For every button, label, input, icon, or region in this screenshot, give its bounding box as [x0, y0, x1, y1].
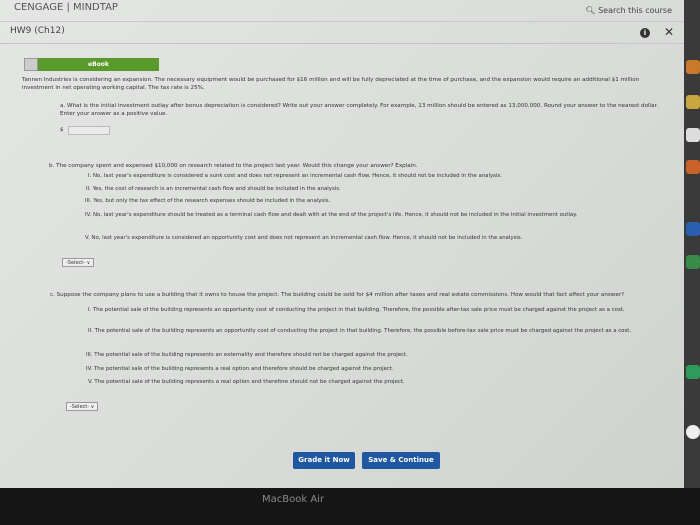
save-continue-button[interactable]: Save & Continue [362, 452, 440, 469]
question-c: c. Suppose the company plans to use a bu… [50, 292, 625, 298]
dock-app-icon[interactable] [686, 95, 700, 109]
search-icon: 🔍︎ [585, 6, 599, 15]
option-c-1: I. The potential sale of the building re… [88, 307, 625, 313]
search-label: Search this course [598, 6, 672, 15]
search-course[interactable]: 🔍︎ Search this course [585, 6, 672, 15]
dock-app-icon[interactable] [686, 365, 700, 379]
dock-app-icon[interactable] [686, 222, 700, 236]
assignment-bar: HW9 (Ch12) [0, 22, 684, 44]
ebook-button[interactable]: eBook [24, 58, 159, 71]
answer-b-select[interactable]: -Select- ∨ [62, 258, 95, 267]
close-icon[interactable]: ✕ [664, 25, 674, 39]
laptop-label: MacBook Air [262, 494, 325, 505]
initial-outlay-input[interactable] [68, 126, 110, 135]
option-c-3: III. The potential sale of the building … [86, 352, 408, 358]
option-b-5: V. No, last year's expenditure is consid… [85, 235, 523, 241]
dock-app-icon[interactable] [686, 255, 700, 269]
assignment-title: HW9 (Ch12) [10, 26, 65, 36]
brand-logo: CENGAGE | MINDTAP [14, 2, 118, 13]
grade-it-now-button[interactable]: Grade it Now [293, 452, 355, 469]
dock-app-icon[interactable] [686, 60, 700, 74]
laptop-bezel [0, 488, 700, 525]
option-b-4: IV. No, last year's expenditure should b… [85, 212, 578, 218]
problem-intro: Tannen Industries is considering an expa… [22, 77, 640, 91]
dock-app-icon[interactable] [686, 128, 700, 142]
option-b-2: II. Yes, the cost of research is an incr… [86, 186, 341, 192]
option-b-1: I. No, last year's expenditure is consid… [88, 173, 502, 179]
app-dock [684, 0, 700, 488]
answer-c-select[interactable]: -Select- ∨ [66, 402, 99, 411]
dock-app-icon[interactable] [686, 425, 700, 439]
top-bar: CENGAGE | MINDTAP 🔍︎ Search this course [0, 0, 684, 22]
currency-symbol: $ [60, 127, 64, 133]
browser-screen: CENGAGE | MINDTAP 🔍︎ Search this course … [0, 0, 684, 488]
option-c-5: V. The potential sale of the building re… [88, 379, 405, 385]
question-a: a. What is the initial investment outlay… [60, 103, 659, 117]
dock-app-icon[interactable] [686, 160, 700, 174]
option-b-3: III. Yes, but only the tax effect of the… [85, 198, 331, 204]
info-icon[interactable]: i [640, 28, 650, 38]
question-b: b. The company spent and expensed $10,00… [49, 163, 418, 169]
ebook-label: eBook [38, 58, 159, 71]
option-c-4: IV. The potential sale of the building r… [86, 366, 394, 372]
option-c-2: II. The potential sale of the building r… [88, 328, 632, 334]
book-icon [24, 58, 38, 71]
